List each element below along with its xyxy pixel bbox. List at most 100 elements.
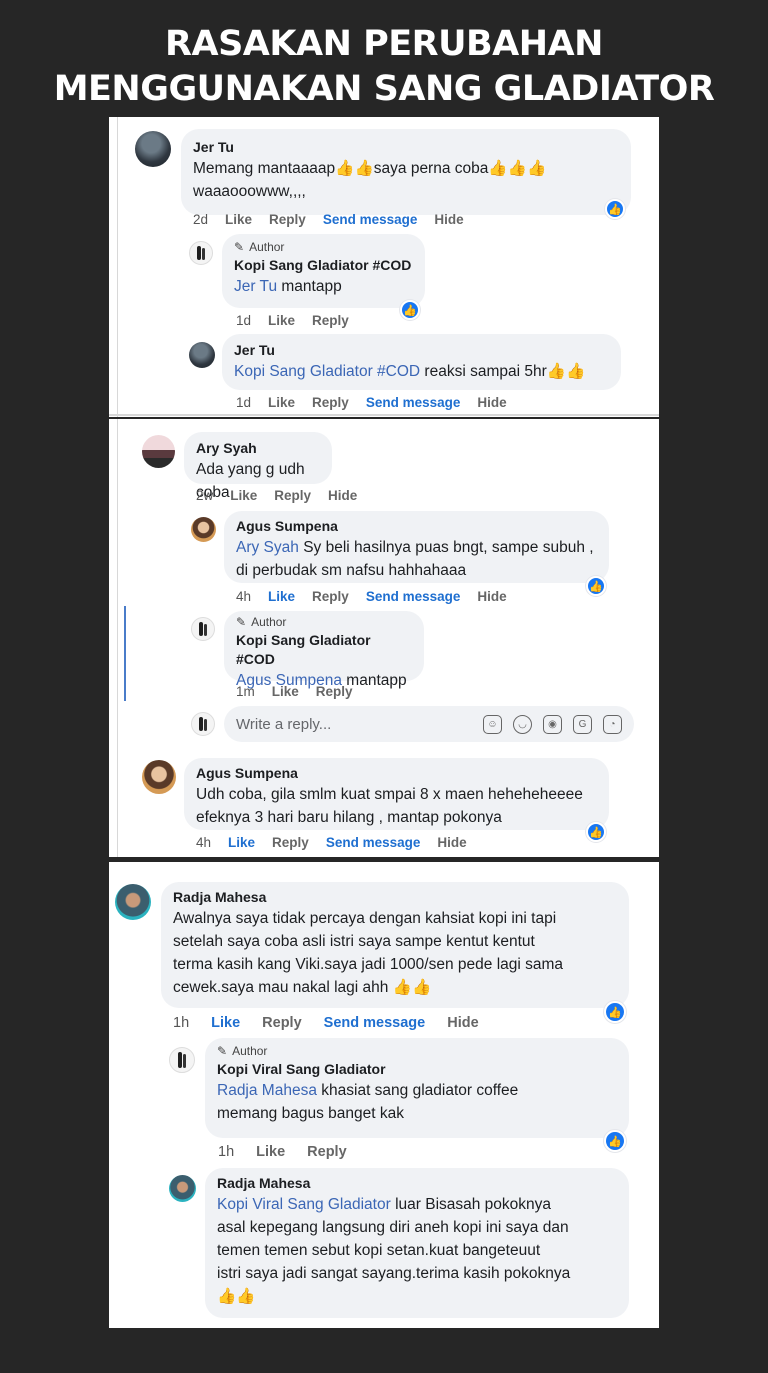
avatar[interactable] (115, 884, 151, 920)
mention-link[interactable]: Kopi Sang Gladiator #COD (234, 363, 420, 380)
like-link[interactable]: Like (225, 212, 252, 227)
comment-text-line: Awalnya saya tidak percaya dengan kahsia… (173, 910, 557, 927)
reply-link[interactable]: Reply (312, 589, 349, 604)
reply-link[interactable]: Reply (307, 1144, 347, 1160)
commenter-name[interactable]: Ary Syah (196, 439, 320, 458)
reply-text-line: 👍👍 (217, 1288, 256, 1305)
reply-bubble: Agus Sumpena Ary Syah Sy beli hasilnya p… (224, 511, 609, 583)
commenter-name[interactable]: Radja Mahesa (173, 888, 617, 907)
like-link[interactable]: Like (230, 488, 257, 503)
replier-name[interactable]: Kopi Sang Gladiator #COD (236, 631, 412, 669)
like-link[interactable]: Like (268, 589, 295, 604)
send-message-link[interactable]: Send message (366, 589, 461, 604)
avatar[interactable] (189, 342, 215, 368)
commenter-name[interactable]: Agus Sumpena (196, 764, 597, 783)
gif-icon[interactable]: G (573, 714, 592, 734)
hide-link[interactable]: Hide (477, 395, 506, 410)
reply-bubble: ✎ Author Kopi Viral Sang Gladiator Radja … (205, 1038, 629, 1138)
reply-link[interactable]: Reply (312, 395, 349, 410)
replier-name[interactable]: Kopi Viral Sang Gladiator (217, 1060, 617, 1079)
page-avatar[interactable] (169, 1047, 195, 1073)
headline-line-1: RASAKAN PERUBAHAN (165, 24, 603, 64)
mention-link[interactable]: Kopi Viral Sang Gladiator (217, 1196, 391, 1213)
comment-screenshot-1: Jer Tu Memang mantaaaap👍👍saya perna coba… (109, 117, 659, 417)
comment-actions: 1h Like Reply Send message Hide (173, 1015, 479, 1031)
page-avatar[interactable] (191, 617, 215, 641)
comment-text-line: Udh coba, gila smlm kuat smpai 8 x maen … (196, 786, 583, 803)
sticker-icon[interactable]: ◔ (603, 714, 622, 734)
replier-name[interactable]: Jer Tu (234, 341, 609, 360)
reply-link[interactable]: Reply (269, 212, 306, 227)
reply-text-line: asal kepegang langsung diri aneh kopi in… (217, 1219, 569, 1236)
comment-screenshot-2: Ary Syah Ada yang g udh coba 2w Like Rep… (109, 419, 659, 857)
hide-link[interactable]: Hide (434, 212, 463, 227)
reply-time: 4h (236, 589, 252, 604)
hide-link[interactable]: Hide (437, 835, 466, 850)
avatar-sticker-icon[interactable]: ☺ (483, 714, 502, 734)
avatar[interactable] (169, 1175, 196, 1202)
like-reaction-icon[interactable]: 👍 (586, 576, 606, 596)
reply-text: khasiat sang gladiator coffee (316, 1082, 519, 1099)
send-message-link[interactable]: Send message (366, 395, 461, 410)
comment-text-line: cewek.saya mau nakal lagi ahh 👍👍 (173, 979, 432, 996)
comment-text-line: efeknya 3 hari baru hilang , mantap poko… (196, 809, 502, 826)
like-link[interactable]: Like (211, 1015, 240, 1031)
send-message-link[interactable]: Send message (324, 1015, 426, 1031)
send-message-link[interactable]: Send message (323, 212, 418, 227)
avatar[interactable] (191, 517, 216, 542)
like-reaction-icon[interactable]: 👍 (604, 1001, 626, 1023)
mention-link[interactable]: Ary Syah (236, 539, 299, 556)
page-avatar[interactable] (189, 241, 213, 265)
replier-name[interactable]: Kopi Sang Gladiator #COD (234, 256, 413, 275)
reply-bubble: ✎ Author Kopi Sang Gladiator #COD Jer Tu … (222, 234, 425, 308)
reply-bubble: Jer Tu Kopi Sang Gladiator #COD reaksi s… (222, 334, 621, 390)
hide-link[interactable]: Hide (447, 1015, 478, 1031)
comment-text-line: setelah saya coba asli istri saya sampe … (173, 933, 535, 950)
author-badge: ✎ Author (217, 1044, 268, 1058)
replier-name[interactable]: Radja Mahesa (217, 1174, 617, 1193)
page-avatar[interactable] (191, 712, 215, 736)
comment-text-line: waaaooowww,,,, (193, 183, 306, 200)
panel-divider (109, 414, 659, 416)
like-link[interactable]: Like (268, 313, 295, 328)
avatar[interactable] (142, 760, 176, 794)
reply-link[interactable]: Reply (272, 835, 309, 850)
avatar[interactable] (135, 131, 171, 167)
reply-text: reaksi sampai 5hr👍👍 (420, 363, 586, 380)
replier-name[interactable]: Agus Sumpena (236, 517, 597, 536)
comment-bubble: Radja Mahesa Awalnya saya tidak percaya … (161, 882, 629, 1008)
like-link[interactable]: Like (272, 684, 299, 699)
commenter-name[interactable]: Jer Tu (193, 138, 619, 157)
comment-text-line: Memang mantaaaap👍👍saya perna coba👍👍👍 (193, 160, 547, 177)
mention-link[interactable]: Radja Mahesa (217, 1082, 317, 1099)
camera-icon[interactable]: ◉ (543, 714, 562, 734)
comment-time: 1h (173, 1015, 190, 1031)
promo-headline: RASAKAN PERUBAHAN MENGGUNAKAN SANG GLADI… (0, 22, 768, 112)
pencil-icon: ✎ (234, 240, 245, 254)
reply-link[interactable]: Reply (312, 313, 349, 328)
reply-bubble: Radja Mahesa Kopi Viral Sang Gladiator l… (205, 1168, 629, 1318)
hide-link[interactable]: Hide (328, 488, 357, 503)
like-link[interactable]: Like (228, 835, 255, 850)
like-reaction-icon[interactable]: 👍 (400, 300, 420, 320)
emoji-icon[interactable]: ◡ (513, 714, 532, 734)
hide-link[interactable]: Hide (477, 589, 506, 604)
like-reaction-icon[interactable]: 👍 (586, 822, 606, 842)
write-reply-input[interactable]: Write a reply... ☺ ◡ ◉ G ◔ (224, 706, 634, 742)
like-reaction-icon[interactable]: 👍 (605, 199, 625, 219)
like-link[interactable]: Like (268, 395, 295, 410)
comment-actions: 4h Like Reply Send message Hide (196, 835, 467, 850)
reply-time: 1h (218, 1144, 235, 1160)
reply-link[interactable]: Reply (274, 488, 311, 503)
comment-text-line: terma kasih kang Viki.saya jadi 1000/sen… (173, 956, 564, 973)
reply-text: luar Bisasah pokoknya (390, 1196, 552, 1213)
pencil-icon: ✎ (217, 1044, 228, 1058)
reply-link[interactable]: Reply (316, 684, 353, 699)
send-message-link[interactable]: Send message (326, 835, 421, 850)
reply-link[interactable]: Reply (262, 1015, 302, 1031)
reply-actions: 1m Like Reply (236, 684, 353, 699)
avatar[interactable] (142, 435, 175, 468)
like-link[interactable]: Like (256, 1144, 285, 1160)
like-reaction-icon[interactable]: 👍 (604, 1130, 626, 1152)
mention-link[interactable]: Jer Tu (234, 278, 277, 295)
